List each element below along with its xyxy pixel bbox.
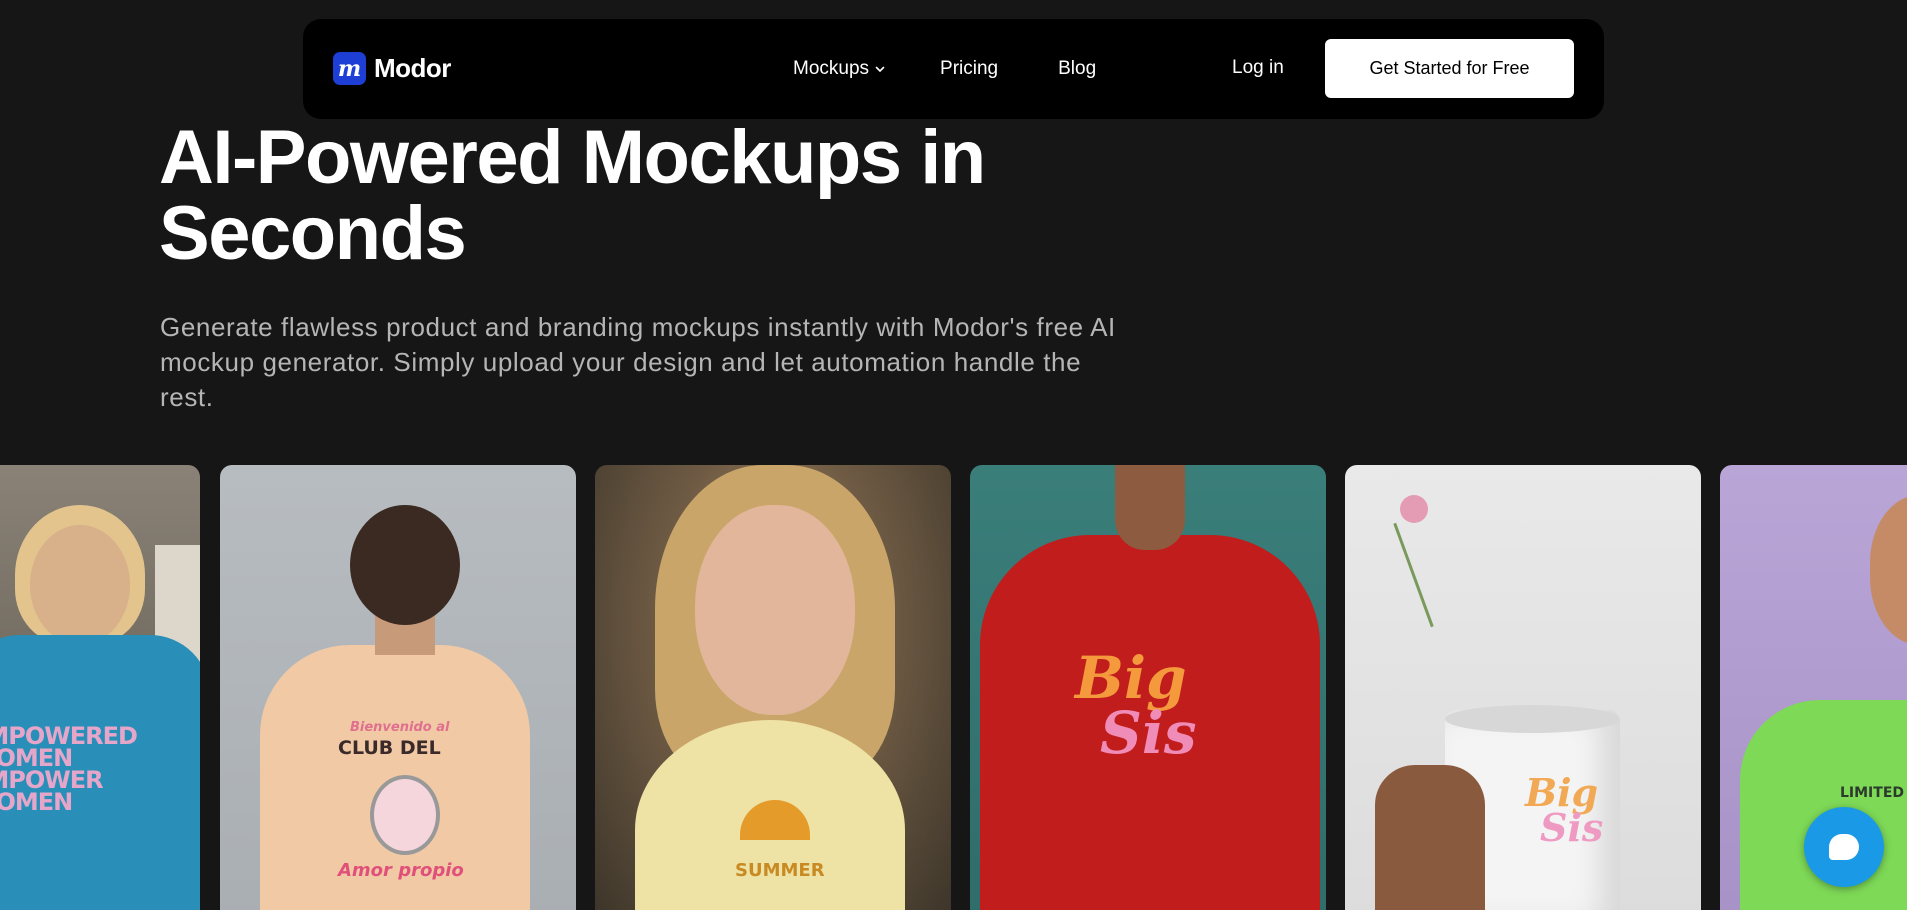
sweatshirt-print-bottom: Amor propio xyxy=(338,860,464,881)
brand-logo[interactable]: m Modor xyxy=(333,52,451,85)
nav-link-mockups[interactable]: Mockups xyxy=(793,58,885,80)
sweatshirt-print-big: Big xyxy=(1075,644,1187,712)
sweatshirt-print-main: CLUB DEL xyxy=(338,737,441,759)
nav-links: Mockups Pricing Blog xyxy=(793,19,1096,119)
flower-image xyxy=(1400,495,1428,523)
mockup-card-mug[interactable]: Big Sis xyxy=(1345,465,1701,910)
mockup-card-peach-sweatshirt[interactable]: Bienvenido al CLUB DEL Amor propio xyxy=(220,465,576,910)
logo-text: Modor xyxy=(374,53,451,83)
model-neck-image xyxy=(1115,465,1185,550)
heart-mirror-graphic xyxy=(370,775,440,855)
nav-link-pricing[interactable]: Pricing xyxy=(940,58,998,80)
chevron-down-icon xyxy=(875,66,885,72)
sweatshirt-print-sis: Sis xyxy=(1100,699,1197,767)
logo-mark-icon: m xyxy=(333,52,366,85)
model-face-image xyxy=(30,525,130,645)
page: m Modor Mockups Pricing Blog Log in Get … xyxy=(0,0,1907,910)
hand-image xyxy=(1375,765,1485,910)
top-navbar: m Modor Mockups Pricing Blog Log in Get … xyxy=(303,19,1604,119)
mockup-card-red-sweatshirt[interactable]: Big Sis xyxy=(970,465,1326,910)
mockup-gallery: EMPOWERED WOMEN EMPOWER WOMEN Bienvenido… xyxy=(0,465,1907,910)
tee-print-text: EMPOWERED WOMEN EMPOWER WOMEN xyxy=(0,722,138,816)
nav-link-mockups-label: Mockups xyxy=(793,58,870,79)
cap-print-text: SUMMER xyxy=(735,860,825,881)
chat-launcher-button[interactable] xyxy=(1804,807,1884,887)
chat-bubble-icon xyxy=(1829,834,1859,860)
model-face-image xyxy=(1870,495,1907,645)
mug-print-sis: Sis xyxy=(1540,805,1604,850)
model-face-image xyxy=(695,505,855,715)
mockup-card-blue-tee[interactable]: EMPOWERED WOMEN EMPOWER WOMEN xyxy=(0,465,200,910)
sweatshirt-print-top: Bienvenido al xyxy=(350,720,450,735)
hero-subtitle: Generate flawless product and branding m… xyxy=(160,312,1116,412)
mug-rim-image xyxy=(1445,705,1620,733)
flower-stem-image xyxy=(1393,522,1434,628)
tee-print-text: LIMITED xyxy=(1840,785,1905,801)
model-hair-image xyxy=(350,505,460,625)
nav-link-blog[interactable]: Blog xyxy=(1058,58,1096,80)
hero-title: AI-Powered Mockups in Seconds xyxy=(159,115,986,276)
mockup-card-cap[interactable]: SUMMER xyxy=(595,465,951,910)
login-link[interactable]: Log in xyxy=(1232,57,1284,79)
get-started-button[interactable]: Get Started for Free xyxy=(1325,39,1574,98)
